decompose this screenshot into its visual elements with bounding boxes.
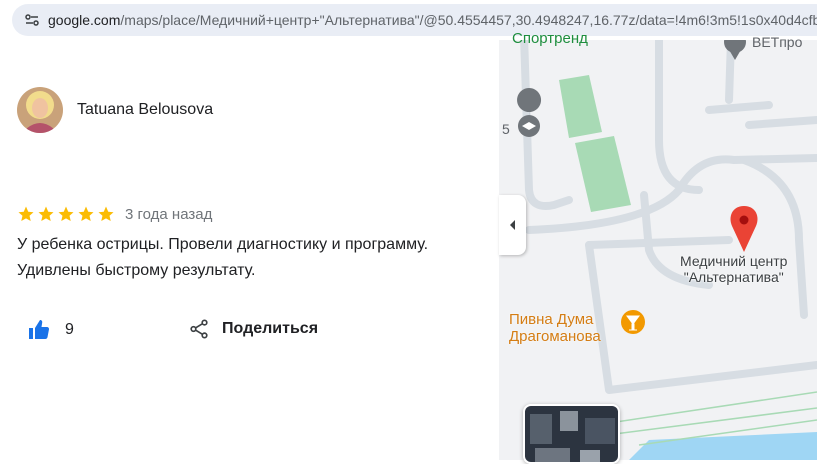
- like-count: 9: [65, 321, 74, 338]
- map-label-sport[interactable]: Спортренд: [512, 30, 588, 47]
- share-button[interactable]: Поделиться: [188, 318, 318, 340]
- avatar[interactable]: [17, 87, 63, 133]
- place-name-line1: Медичний центр: [680, 253, 788, 269]
- map-label-store[interactable]: BETпро: [752, 34, 802, 50]
- star-icon: [18, 206, 34, 222]
- collapse-panel-button[interactable]: [499, 195, 526, 255]
- star-icon: [58, 206, 74, 222]
- map-view[interactable]: [499, 40, 817, 460]
- star-icon: [38, 206, 54, 222]
- url-path: /maps/place/Медичний+центр+"Альтернатива…: [120, 12, 817, 28]
- site-info-icon[interactable]: [16, 4, 48, 36]
- star-icon: [98, 206, 114, 222]
- pub-name-line1: Пивна Дума: [509, 311, 594, 328]
- browser-address-bar: google.com/maps/place/Медичний+центр+"Ал…: [0, 0, 817, 40]
- url-text: google.com/maps/place/Медичний+центр+"Ал…: [48, 12, 817, 28]
- share-label: Поделиться: [222, 320, 319, 337]
- place-label[interactable]: Медичний центр "Альтернатива": [680, 253, 787, 285]
- url-host: google.com: [48, 12, 121, 28]
- share-icon: [190, 319, 208, 339]
- bar-marker-icon[interactable]: [621, 310, 645, 334]
- rating-stars: [17, 205, 115, 223]
- review-date: 3 года назад: [125, 206, 213, 223]
- place-name-line2: "Альтернатива": [683, 269, 784, 285]
- chevron-left-icon: [509, 220, 515, 230]
- review-text: У ребенка острицы. Провели диагностику и…: [17, 236, 429, 279]
- like-button[interactable]: 9: [27, 318, 74, 342]
- map-canvas: [499, 40, 817, 460]
- url-field[interactable]: google.com/maps/place/Медичний+центр+"Ал…: [12, 4, 817, 36]
- reviewer-name[interactable]: Tatuana Belousova: [77, 101, 213, 119]
- satellite-layer-toggle[interactable]: [523, 404, 620, 464]
- star-icon: [78, 206, 94, 222]
- pub-label[interactable]: Пивна Дума Драгоманова: [509, 311, 601, 345]
- map-label-number: 5: [502, 121, 510, 137]
- pub-name-line2: Драгоманова: [509, 328, 601, 345]
- thumbs-up-icon: [29, 320, 50, 339]
- satellite-thumbnail: [525, 406, 618, 462]
